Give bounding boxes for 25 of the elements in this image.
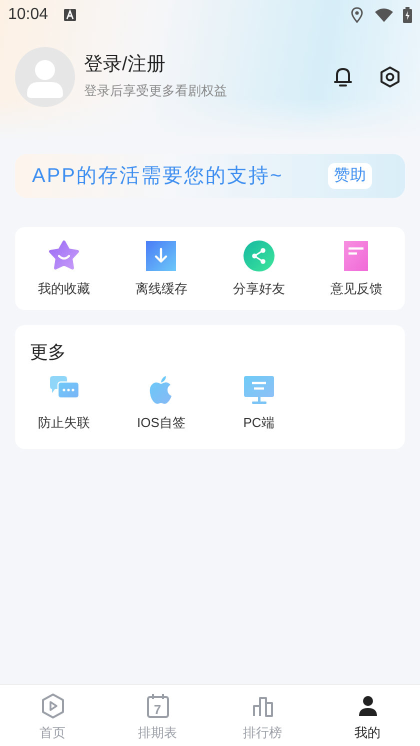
wifi-icon [375, 8, 393, 22]
section-title: 更多 [30, 341, 66, 364]
login-subtitle: 登录后享受更多看剧权益 [84, 82, 227, 100]
battery-icon [403, 7, 412, 23]
status-time: 10:04 [8, 5, 48, 25]
shortcut-label[interactable]: IOS自签 [137, 415, 186, 431]
banner-text: APP的存活需要您的支持~ [32, 164, 284, 189]
calendar-icon: 7 [146, 693, 170, 719]
notification-icon [64, 9, 76, 21]
bell-icon[interactable] [333, 66, 353, 88]
tab-bar-item[interactable]: 我的 [315, 685, 420, 746]
download-icon [145, 240, 178, 272]
shortcut-label[interactable]: 离线缓存 [135, 281, 188, 297]
settings-icon[interactable] [379, 66, 401, 88]
monitor-icon [242, 374, 275, 406]
shortcut-label[interactable]: 分享好友 [232, 281, 285, 297]
play-icon [40, 693, 64, 719]
shortcut-label[interactable]: 防止失联 [38, 415, 90, 431]
login-link[interactable]: 登录/注册 [84, 53, 227, 78]
shortcut-label[interactable]: 我的收藏 [38, 281, 90, 297]
shortcut-label[interactable]: 意见反馈 [330, 281, 382, 297]
share-icon [242, 240, 275, 272]
location-icon [351, 7, 363, 23]
star-icon [48, 240, 80, 272]
shortcut-label[interactable]: PC端 [243, 415, 274, 431]
